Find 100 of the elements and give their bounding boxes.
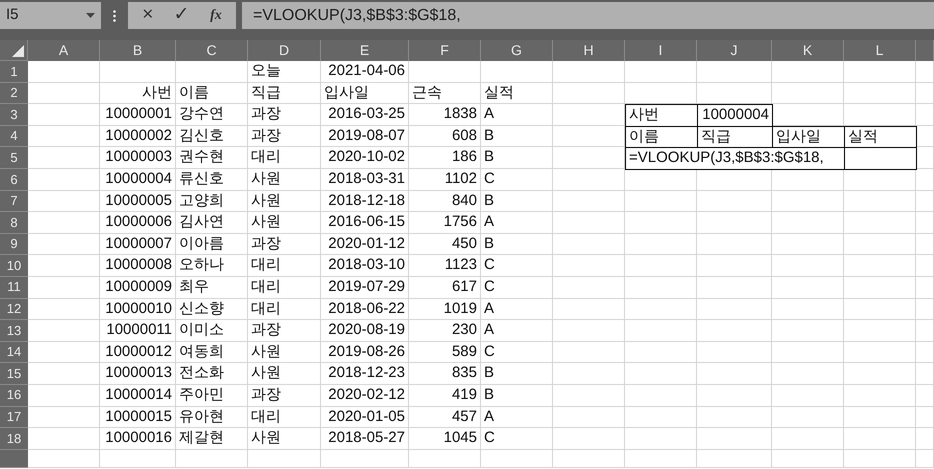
sheet-cell[interactable]: 이아름 xyxy=(176,234,248,256)
sheet-cell[interactable]: 유아현 xyxy=(176,406,248,428)
sheet-cell[interactable]: 186 xyxy=(409,147,481,169)
sheet-cell[interactable]: 10000002 xyxy=(100,126,176,148)
sheet-cell[interactable]: A xyxy=(481,212,553,234)
sheet-cell[interactable]: 1019 xyxy=(409,298,481,320)
sheet-cell[interactable]: 근속 xyxy=(409,82,481,104)
row-header[interactable]: 2 xyxy=(0,82,28,104)
sheet-cell[interactable]: 강수연 xyxy=(176,104,248,126)
column-header[interactable]: D xyxy=(248,40,321,61)
sheet-cell[interactable]: C xyxy=(481,168,553,191)
sheet-cell[interactable]: 2019-07-29 xyxy=(321,276,409,299)
sheet-cell[interactable]: 대리 xyxy=(248,255,321,277)
sheet-cell[interactable]: 10000011 xyxy=(100,320,176,342)
sheet-cell[interactable]: 2018-03-10 xyxy=(321,255,409,277)
sheet-cell[interactable]: C xyxy=(481,255,553,277)
sheet-cell[interactable]: 1123 xyxy=(409,255,481,277)
select-all-icon[interactable] xyxy=(12,45,24,57)
sheet-cell[interactable]: 주아민 xyxy=(176,384,248,406)
sheet-cell[interactable]: 457 xyxy=(409,406,481,428)
row-header[interactable]: 9 xyxy=(0,234,28,256)
more-options-icon[interactable] xyxy=(113,10,116,22)
row-header[interactable]: 8 xyxy=(0,212,28,234)
sheet-cell[interactable]: 전소화 xyxy=(176,363,248,385)
sheet-cell[interactable]: 신소향 xyxy=(176,298,248,320)
row-header[interactable] xyxy=(0,450,28,468)
sheet-cell[interactable]: B xyxy=(481,384,553,406)
sheet-cell[interactable]: 이름 xyxy=(176,82,248,104)
sheet-cell[interactable]: 직급 xyxy=(248,82,321,104)
sheet-cell[interactable]: 사번 xyxy=(100,82,176,104)
sheet-cell[interactable]: 대리 xyxy=(248,298,321,320)
sheet-cell[interactable]: 10000007 xyxy=(100,234,176,256)
sheet-cell[interactable]: 대리 xyxy=(248,406,321,428)
sheet-cell[interactable]: 10000009 xyxy=(100,276,176,299)
sheet-cell[interactable]: 10000015 xyxy=(100,406,176,428)
row-header[interactable]: 4 xyxy=(0,126,28,148)
sheet-cell[interactable]: 617 xyxy=(409,276,481,299)
sheet-cell[interactable]: 실적 xyxy=(481,82,553,104)
sheet-cell[interactable]: 사원 xyxy=(248,363,321,385)
sheet-cell[interactable]: 사번 xyxy=(625,104,698,127)
sheet-cell[interactable]: 이미소 xyxy=(176,320,248,342)
column-header[interactable]: L xyxy=(844,40,916,61)
sheet-cell[interactable]: 230 xyxy=(409,320,481,342)
sheet-cell[interactable]: 오늘 xyxy=(248,61,321,83)
sheet-cell[interactable]: 1838 xyxy=(409,104,481,126)
row-header[interactable]: 16 xyxy=(0,384,28,406)
column-header[interactable]: I xyxy=(625,40,697,61)
sheet-cell[interactable]: A xyxy=(481,406,553,428)
row-header[interactable]: 11 xyxy=(0,276,28,299)
column-header[interactable]: F xyxy=(409,40,481,61)
sheet-cell[interactable]: 류신호 xyxy=(176,168,248,191)
sheet-cell[interactable]: 589 xyxy=(409,342,481,364)
row-header[interactable]: 18 xyxy=(0,428,28,450)
column-header[interactable]: H xyxy=(553,40,625,61)
sheet-cell[interactable]: 대리 xyxy=(248,276,321,299)
sheet-cell[interactable]: 2020-08-19 xyxy=(321,320,409,342)
sheet-cell[interactable]: 실적 xyxy=(844,126,917,148)
sheet-cell[interactable]: A xyxy=(481,104,553,126)
column-header[interactable]: C xyxy=(176,40,248,61)
sheet-cell[interactable]: 고양희 xyxy=(176,190,248,212)
sheet-cell[interactable]: 사원 xyxy=(248,342,321,364)
empty-cell[interactable] xyxy=(844,147,917,170)
row-header[interactable]: 5 xyxy=(0,147,28,169)
sheet-cell[interactable]: 여동희 xyxy=(176,342,248,364)
row-header[interactable]: 10 xyxy=(0,255,28,277)
sheet-cell[interactable]: 오하나 xyxy=(176,255,248,277)
column-header[interactable]: G xyxy=(481,40,553,61)
sheet-cell[interactable]: 대리 xyxy=(248,147,321,169)
sheet-cell[interactable]: B xyxy=(481,363,553,385)
sheet-cell[interactable]: 2018-12-18 xyxy=(321,190,409,212)
sheet-cell[interactable]: 10000010 xyxy=(100,298,176,320)
sheet-cell[interactable]: 2018-12-23 xyxy=(321,363,409,385)
sheet-cell[interactable]: 2019-08-07 xyxy=(321,126,409,148)
sheet-cell[interactable]: 2020-10-02 xyxy=(321,147,409,169)
sheet-cell[interactable]: 2021-04-06 xyxy=(321,61,409,83)
sheet-cell[interactable]: 사원 xyxy=(248,190,321,212)
sheet-cell[interactable]: 1045 xyxy=(409,428,481,450)
sheet-cell[interactable]: 과장 xyxy=(248,384,321,406)
row-header[interactable]: 3 xyxy=(0,104,28,126)
sheet-cell[interactable]: 2020-01-12 xyxy=(321,234,409,256)
sheet-cell[interactable]: 608 xyxy=(409,126,481,148)
sheet-cell[interactable]: 10000003 xyxy=(100,147,176,169)
row-header[interactable]: 15 xyxy=(0,363,28,385)
sheet-cell[interactable]: 1102 xyxy=(409,168,481,191)
cancel-button[interactable]: × xyxy=(138,1,158,30)
sheet-cell[interactable]: 2020-01-05 xyxy=(321,406,409,428)
sheet-cell[interactable]: 2020-02-12 xyxy=(321,384,409,406)
sheet-cell[interactable]: 과장 xyxy=(248,126,321,148)
sheet-cell[interactable]: 2018-05-27 xyxy=(321,428,409,450)
sheet-cell[interactable]: 제갈현 xyxy=(176,428,248,450)
sheet-cell[interactable]: B xyxy=(481,126,553,148)
sheet-cell[interactable]: B xyxy=(481,234,553,256)
row-header[interactable]: 13 xyxy=(0,320,28,342)
sheet-cell[interactable]: 사원 xyxy=(248,168,321,191)
sheet-cell[interactable]: 2018-03-31 xyxy=(321,168,409,191)
sheet-cell[interactable]: 450 xyxy=(409,234,481,256)
sheet-cell[interactable]: 419 xyxy=(409,384,481,406)
formula-input[interactable]: =VLOOKUP(J3,$B$3:$G$18, xyxy=(242,2,934,29)
sheet-cell[interactable]: 2018-06-22 xyxy=(321,298,409,320)
sheet-cell[interactable]: 2016-03-25 xyxy=(321,104,409,126)
